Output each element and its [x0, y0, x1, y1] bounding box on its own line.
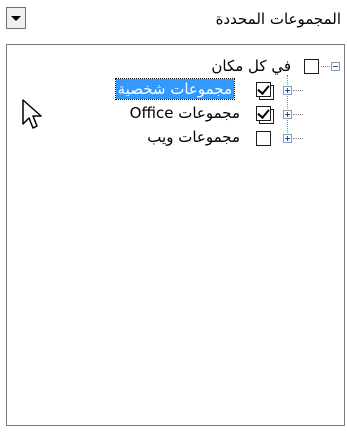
- tree-item-personal-groups[interactable]: مجموعات شخصية: [114, 78, 236, 100]
- office-groups-checkbox[interactable]: [256, 106, 271, 121]
- mouse-pointer-icon: [22, 99, 42, 129]
- expand-office-groups-icon[interactable]: [283, 110, 292, 119]
- dropdown-arrow-button[interactable]: [6, 7, 26, 29]
- web-groups-checkbox[interactable]: [256, 131, 271, 146]
- root-checkbox[interactable]: [304, 59, 319, 74]
- tree-connector: [293, 138, 303, 139]
- expand-personal-groups-icon[interactable]: [283, 86, 292, 95]
- tree-root-label[interactable]: في كل مكان: [211, 56, 291, 76]
- expand-web-groups-icon[interactable]: [283, 134, 292, 143]
- tree-item-office-groups[interactable]: مجموعات Office: [130, 103, 240, 123]
- selected-groups-header: المجموعات المحددة: [0, 0, 347, 40]
- tree-item-web-groups[interactable]: مجموعات ويب: [147, 127, 240, 147]
- personal-groups-checkbox[interactable]: [256, 82, 271, 97]
- header-title: المجموعات المحددة: [215, 10, 341, 28]
- tree-connector: [293, 114, 303, 115]
- tree-connector: [293, 90, 303, 91]
- groups-tree-panel: في كل مكان مجموعات شخصية مجموعات Office …: [6, 44, 345, 426]
- tree-connector: [287, 75, 288, 141]
- tree-connector: [321, 66, 330, 67]
- collapse-root-icon[interactable]: [331, 62, 340, 71]
